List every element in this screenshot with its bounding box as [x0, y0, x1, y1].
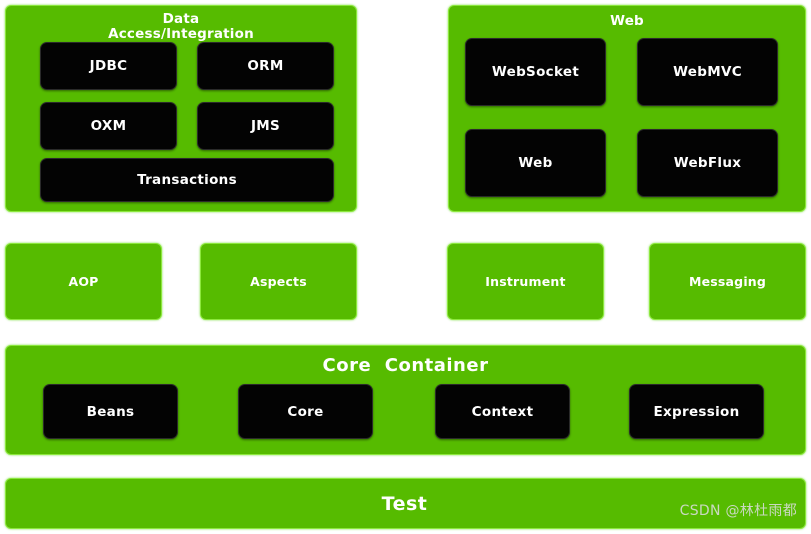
module-web[interactable]: Web [465, 129, 606, 197]
panel-title-core-container: Core Container [322, 355, 489, 376]
module-aop[interactable]: AOP [5, 243, 162, 320]
module-webmvc[interactable]: WebMVC [637, 38, 778, 106]
module-webflux[interactable]: WebFlux [637, 129, 778, 197]
spring-framework-architecture-diagram: Data Access/Integration JDBC ORM OXM JMS… [0, 0, 811, 534]
watermark: CSDN @林杜雨都 [679, 503, 797, 519]
module-instrument[interactable]: Instrument [447, 243, 604, 320]
module-websocket[interactable]: WebSocket [465, 38, 606, 106]
module-jdbc[interactable]: JDBC [40, 42, 177, 90]
panel-title-data-access-integration: Data Access/Integration [108, 11, 254, 43]
module-oxm[interactable]: OXM [40, 102, 177, 150]
module-jms[interactable]: JMS [197, 102, 334, 150]
module-core[interactable]: Core [238, 384, 373, 439]
module-transactions[interactable]: Transactions [40, 158, 334, 202]
panel-title-test: Test [381, 492, 428, 515]
module-orm[interactable]: ORM [197, 42, 334, 90]
module-context[interactable]: Context [435, 384, 570, 439]
panel-title-web: Web [610, 13, 644, 29]
module-expression[interactable]: Expression [629, 384, 764, 439]
module-aspects[interactable]: Aspects [200, 243, 357, 320]
module-messaging[interactable]: Messaging [649, 243, 806, 320]
module-beans[interactable]: Beans [43, 384, 178, 439]
